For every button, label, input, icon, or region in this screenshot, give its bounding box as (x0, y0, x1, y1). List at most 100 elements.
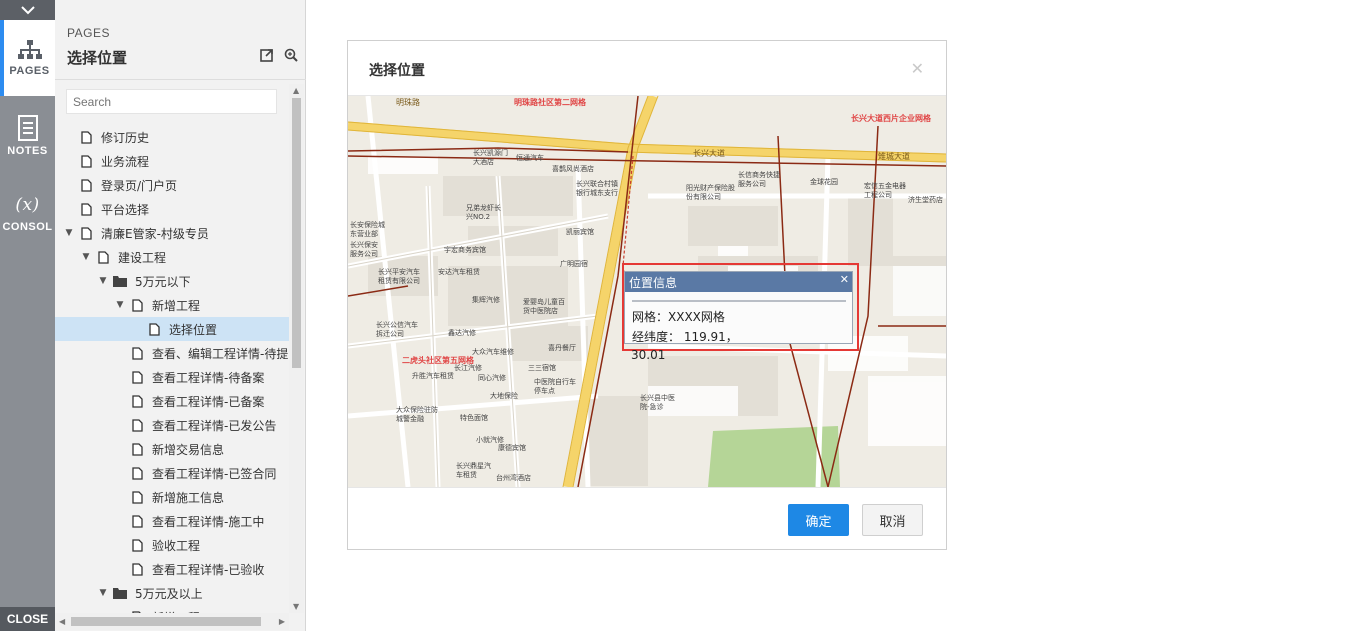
open-external-icon[interactable] (260, 48, 274, 62)
expand-arrow-icon[interactable]: ▼ (80, 252, 92, 262)
scroll-thumb-horizontal[interactable] (71, 617, 261, 626)
search-input[interactable] (66, 89, 277, 114)
map-label: 长兴鼎星汽车租赁 (456, 462, 491, 479)
map-label: 雉城大道 (878, 152, 910, 161)
page-icon (130, 466, 144, 480)
tree-item[interactable]: 查看工程详情-施工中 (55, 509, 289, 533)
scroll-thumb[interactable] (292, 98, 301, 368)
map-label: 凯丽宾馆 (566, 228, 594, 236)
map-label: 恒通汽车 (516, 154, 544, 162)
scroll-right-icon[interactable]: ▶ (279, 617, 285, 626)
popup-coord-continuation: 30.01 (631, 348, 666, 362)
map-view[interactable]: 明珠路社区第二网格 二虎头社区第五网格 长兴大道西片企业网格 明珠路 长兴大道 … (348, 96, 946, 487)
chevron-down-icon (20, 6, 35, 15)
close-icon[interactable]: ✕ (911, 59, 924, 78)
tree-item-label: 查看工程详情-已发公告 (152, 418, 277, 433)
page-icon (130, 490, 144, 504)
tree-item[interactable]: 新增工程 (55, 605, 289, 613)
tree-item-label: 查看工程详情-已验收 (152, 562, 265, 577)
pages-panel-header: PAGES 选择位置 (55, 0, 306, 80)
pages-tab[interactable]: PAGES (0, 20, 55, 96)
map-label: 金球花园 (810, 178, 838, 186)
page-tree: 修订历史 业务流程 登录页/门户页 平台选择 ▼ 清廉E管家-村级专员 ▼ 建设工程 ▼ 5万元以… (55, 125, 289, 613)
page-icon (130, 346, 144, 360)
tree-item[interactable]: 查看工程详情-已备案 (55, 389, 289, 413)
tree-item-label: 清廉E管家-村级专员 (101, 226, 209, 241)
page-icon (130, 370, 144, 384)
scroll-down-icon[interactable]: ▼ (293, 602, 299, 611)
map-label: 鑫达汽修 (448, 329, 476, 337)
tree-item[interactable]: 登录页/门户页 (55, 173, 289, 197)
page-icon (79, 154, 93, 168)
tree-item[interactable]: ▼ 清廉E管家-村级专员 (55, 221, 289, 245)
tree-item[interactable]: 业务流程 (55, 149, 289, 173)
tree-item[interactable]: ▼ 5万元及以上 (55, 581, 289, 605)
scroll-up-icon[interactable]: ▲ (293, 86, 299, 95)
popup-title: 位置信息 ✕ (625, 272, 852, 292)
close-button[interactable]: CLOSE (0, 607, 55, 631)
page-icon (96, 250, 110, 264)
tree-item[interactable]: ▼ 建设工程 (55, 245, 289, 269)
tree-item-label: 登录页/门户页 (101, 178, 178, 193)
map-label: 长兴凯源门大酒店 (473, 149, 508, 166)
panel-title: 选择位置 (67, 49, 128, 67)
console-tab-label: CONSOL (2, 221, 53, 233)
tree-item[interactable]: 新增交易信息 (55, 437, 289, 461)
expand-arrow-icon[interactable]: ▼ (97, 276, 109, 286)
map-label: 长兴平安汽车租赁有限公司 (378, 268, 420, 285)
map-label: 长兴大道 (693, 149, 725, 158)
tree-item-label: 新增施工信息 (152, 490, 225, 505)
tree-item[interactable]: 查看工程详情-已验收 (55, 557, 289, 581)
expand-arrow-icon[interactable]: ▼ (63, 228, 75, 238)
tree-item[interactable]: ▼ 新增工程 (55, 293, 289, 317)
map-label: 安达汽车租赁 (438, 268, 480, 276)
console-tab[interactable]: (x) CONSOL (0, 176, 55, 252)
map-label: 长安保险城东营业部 (350, 221, 385, 238)
tree-item[interactable]: 查看、编辑工程详情-待提 (55, 341, 289, 365)
page-icon (130, 514, 144, 528)
notes-tab-label: NOTES (7, 145, 48, 157)
search-locate-icon[interactable] (284, 48, 298, 62)
expand-arrow-icon[interactable]: ▼ (114, 300, 126, 310)
popup-coord-label: 经纬度： 119.91， (632, 330, 738, 344)
tree-item[interactable]: 查看工程详情-已签合同 (55, 461, 289, 485)
tree-item-label: 查看、编辑工程详情-待提 (152, 346, 289, 361)
tree-item[interactable]: 选择位置 (55, 317, 289, 341)
variable-icon: (x) (15, 195, 40, 215)
sitemap-icon (17, 40, 42, 59)
tree-item-label: 业务流程 (101, 154, 150, 169)
dialog-title: 选择位置 (369, 63, 425, 79)
folder-icon (113, 274, 127, 288)
page-icon (130, 562, 144, 576)
page-icon (79, 226, 93, 240)
pages-tab-label: PAGES (9, 65, 50, 77)
collapse-toggle[interactable] (0, 0, 55, 20)
horizontal-scrollbar[interactable]: ◀ ▶ (55, 613, 289, 630)
popup-close-icon[interactable]: ✕ (840, 273, 849, 286)
popup-divider (632, 300, 846, 302)
tree-item[interactable]: 查看工程详情-已发公告 (55, 413, 289, 437)
map-label: 爱婴岛儿童百货中医院店 (523, 298, 565, 315)
tree-item[interactable]: 修订历史 (55, 125, 289, 149)
tree-item-label: 查看工程详情-施工中 (152, 514, 265, 529)
tree-item[interactable]: 验收工程 (55, 533, 289, 557)
map-label: 康德宾馆 (498, 444, 526, 452)
map-label: 喜丹餐厅 (548, 344, 576, 352)
scroll-left-icon[interactable]: ◀ (59, 617, 65, 626)
tree-item[interactable]: 新增施工信息 (55, 485, 289, 509)
tree-item-label: 修订历史 (101, 130, 150, 145)
tree-item-label: 5万元以下 (135, 274, 191, 289)
tree-item[interactable]: 查看工程详情-待备案 (55, 365, 289, 389)
confirm-button[interactable]: 确定 (788, 504, 849, 536)
tree-item[interactable]: ▼ 5万元以下 (55, 269, 289, 293)
tree-item[interactable]: 平台选择 (55, 197, 289, 221)
vertical-scrollbar[interactable]: ▲ ▼ (289, 84, 304, 613)
cancel-button[interactable]: 取消 (862, 504, 923, 536)
page-icon (79, 178, 93, 192)
expand-arrow-icon[interactable]: ▼ (97, 588, 109, 598)
tree-item-label: 5万元及以上 (135, 586, 203, 601)
map-label: 宇宏商务宾馆 (444, 246, 486, 254)
tree-item-label: 查看工程详情-已备案 (152, 394, 265, 409)
page-icon (130, 394, 144, 408)
notes-tab[interactable]: NOTES (0, 98, 55, 174)
